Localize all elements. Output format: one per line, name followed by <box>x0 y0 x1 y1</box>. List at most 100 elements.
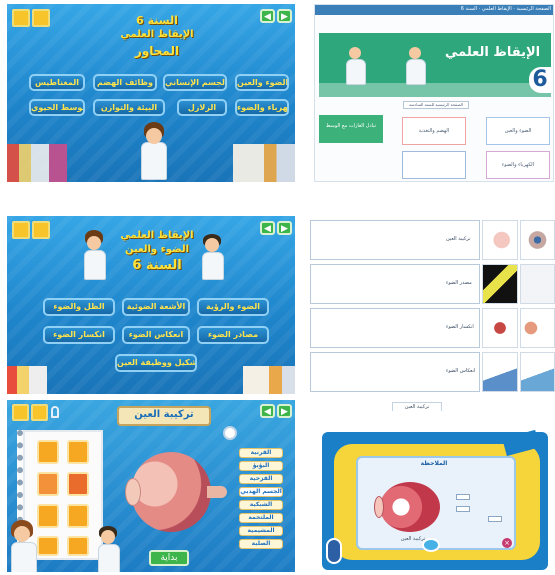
eye-structure-screen: ◀ ▶ تركيبة العين القرنية البؤبؤ القزحية … <box>7 400 295 572</box>
lamp-thumbnail <box>520 264 555 304</box>
key-icon[interactable] <box>51 406 59 418</box>
puzzle-piece-8[interactable] <box>67 536 89 556</box>
back-button[interactable]: ◀ <box>260 221 275 235</box>
part-item-5[interactable]: الشبكية <box>239 500 283 510</box>
resource-row-1-label: تركيبة العين <box>446 236 471 242</box>
scientist-character-body <box>141 142 167 180</box>
part-item-3[interactable]: القزحية <box>239 474 283 484</box>
link-box-2[interactable]: الهضم والتغذية <box>402 117 466 145</box>
next-button[interactable] <box>422 538 440 552</box>
home-link-button[interactable]: الصفحة الرئيسية للسنة السادسة <box>403 101 469 109</box>
menu-item-5[interactable]: الكهرباء والضوء <box>235 99 289 116</box>
nav-text: الصفحة الرئيسية · الإيقاظ العلمي · السنة… <box>460 6 551 12</box>
link-box-4[interactable]: الكهرباء والضوء <box>486 151 550 179</box>
lesson-item-6[interactable]: انكسار الضوء <box>43 326 115 344</box>
diagram-eye <box>380 482 440 532</box>
part-item-8[interactable]: الصلبة <box>239 539 283 549</box>
menu-item-8[interactable]: الوسط الحيوي <box>29 99 85 116</box>
diagram-lens <box>374 496 384 518</box>
part-item-2[interactable]: البؤبؤ <box>239 461 283 471</box>
diagram-heading: الملاحظة <box>420 460 448 467</box>
books-decoration-right <box>243 366 295 394</box>
banner-kid-2-face <box>409 47 421 59</box>
eye-diagram-thumbnail <box>482 220 518 260</box>
banner-title: الإيقاظ العلمي <box>445 45 541 60</box>
grade-label: السنة 6 <box>136 14 178 27</box>
scientist-character-face <box>146 128 162 144</box>
girl-face <box>14 526 30 542</box>
lesson-menu-screen: ◀ ▶ الإيقاظ العلمي الضوء والعين السنة 6 … <box>7 216 295 394</box>
puzzle-piece-6[interactable] <box>67 504 89 528</box>
puzzle-piece-3[interactable] <box>37 472 59 496</box>
left-kid-face <box>87 236 101 250</box>
books-decoration-right <box>233 144 295 182</box>
grade-label: السنة 6 <box>132 258 182 273</box>
subject-title: الإيقاظ العلمي <box>120 230 194 241</box>
puzzle-piece-2[interactable] <box>67 440 89 464</box>
left-kid-body <box>84 250 106 280</box>
forward-button[interactable]: ▶ <box>277 9 292 23</box>
settings-icon[interactable] <box>32 221 50 239</box>
back-button[interactable]: ◀ <box>260 9 275 23</box>
label-box-3[interactable] <box>488 516 502 522</box>
subject-title: الإيقاظ العلمي <box>120 29 194 40</box>
themes-title: المحاور <box>134 44 180 58</box>
boy-body <box>98 544 120 572</box>
resource-row-2-label: مصدر الضوء <box>446 280 472 286</box>
right-kid-face <box>205 238 219 252</box>
optic-nerve <box>207 486 227 498</box>
puzzle-piece-4[interactable] <box>67 472 89 496</box>
girl-body <box>11 542 37 572</box>
refraction-thumbnail <box>482 308 518 348</box>
menu-item-6[interactable]: الزلازل <box>177 99 227 116</box>
start-button[interactable]: بداية <box>149 550 189 566</box>
puzzle-piece-5[interactable] <box>37 504 59 528</box>
menu-item-1[interactable]: الضوء والعين <box>235 74 289 91</box>
banner-lower-stripe <box>319 83 551 97</box>
settings-icon[interactable] <box>32 9 50 27</box>
menu-item-4[interactable]: المغناطيس <box>29 74 85 91</box>
lesson-item-5[interactable]: انعكاس الضوء <box>122 326 190 344</box>
boy-face <box>101 530 115 544</box>
puzzle-notebook <box>17 430 103 560</box>
forward-button[interactable]: ▶ <box>277 404 292 418</box>
lesson-item-4[interactable]: مصادر الضوء <box>197 326 269 344</box>
theme-menu-screen: ◀ ▶ السنة 6 الإيقاظ العلمي المحاور الضوء… <box>7 4 295 182</box>
lesson-item-3[interactable]: الظل والضوء <box>43 298 115 316</box>
pencil-icon[interactable] <box>12 404 29 421</box>
banner-kid-1-face <box>349 47 361 59</box>
light-beam-thumbnail <box>482 264 518 304</box>
menu-item-3[interactable]: وظائف الهضم <box>93 74 157 91</box>
banner-kid-2-body <box>406 59 426 85</box>
resource-row-4-label: انعكاس الضوء <box>446 368 476 374</box>
lesson-item-7[interactable]: تشكيل ووظيفة العين <box>115 354 197 372</box>
puzzle-piece-1[interactable] <box>37 440 59 464</box>
part-item-6[interactable]: الملتحمة <box>239 513 283 523</box>
pencil-icon[interactable] <box>12 221 30 239</box>
lesson-item-1[interactable]: الضوء والرؤية <box>197 298 269 316</box>
settings-icon[interactable] <box>31 404 48 421</box>
link-box-3[interactable]: تبادل الغازات مع الوسط <box>319 115 383 143</box>
unit-title: الضوء والعين <box>124 244 190 255</box>
menu-item-2[interactable]: الجسم الإنساني <box>163 74 227 91</box>
eye-lens <box>125 478 141 506</box>
label-box-2[interactable] <box>456 506 470 512</box>
link-box-1[interactable]: الضوء والعين <box>486 117 550 145</box>
label-box-1[interactable] <box>456 494 470 500</box>
close-icon[interactable]: × <box>502 538 512 548</box>
section-tab[interactable]: تركيبة العين <box>392 402 442 411</box>
pencil-icon[interactable] <box>12 9 30 27</box>
part-item-1[interactable]: القرنية <box>239 448 283 458</box>
back-button[interactable]: ◀ <box>260 404 275 418</box>
link-box-5[interactable] <box>402 151 466 179</box>
forward-button[interactable]: ▶ <box>277 221 292 235</box>
info-toggle[interactable] <box>223 426 237 440</box>
website-screen: الصفحة الرئيسية · الإيقاظ العلمي · السنة… <box>314 4 554 182</box>
resource-row-3-label: انكسار الضوء <box>446 324 474 330</box>
lesson-item-2[interactable]: الأشعة الضوئية <box>122 298 190 316</box>
puzzle-piece-7[interactable] <box>37 536 59 556</box>
part-item-7[interactable]: المشيمية <box>239 526 283 536</box>
books-decoration-left <box>7 366 47 394</box>
part-item-4[interactable]: الجسم الهدبي <box>239 487 283 497</box>
menu-item-7[interactable]: البيئة والتوازن <box>93 99 165 116</box>
